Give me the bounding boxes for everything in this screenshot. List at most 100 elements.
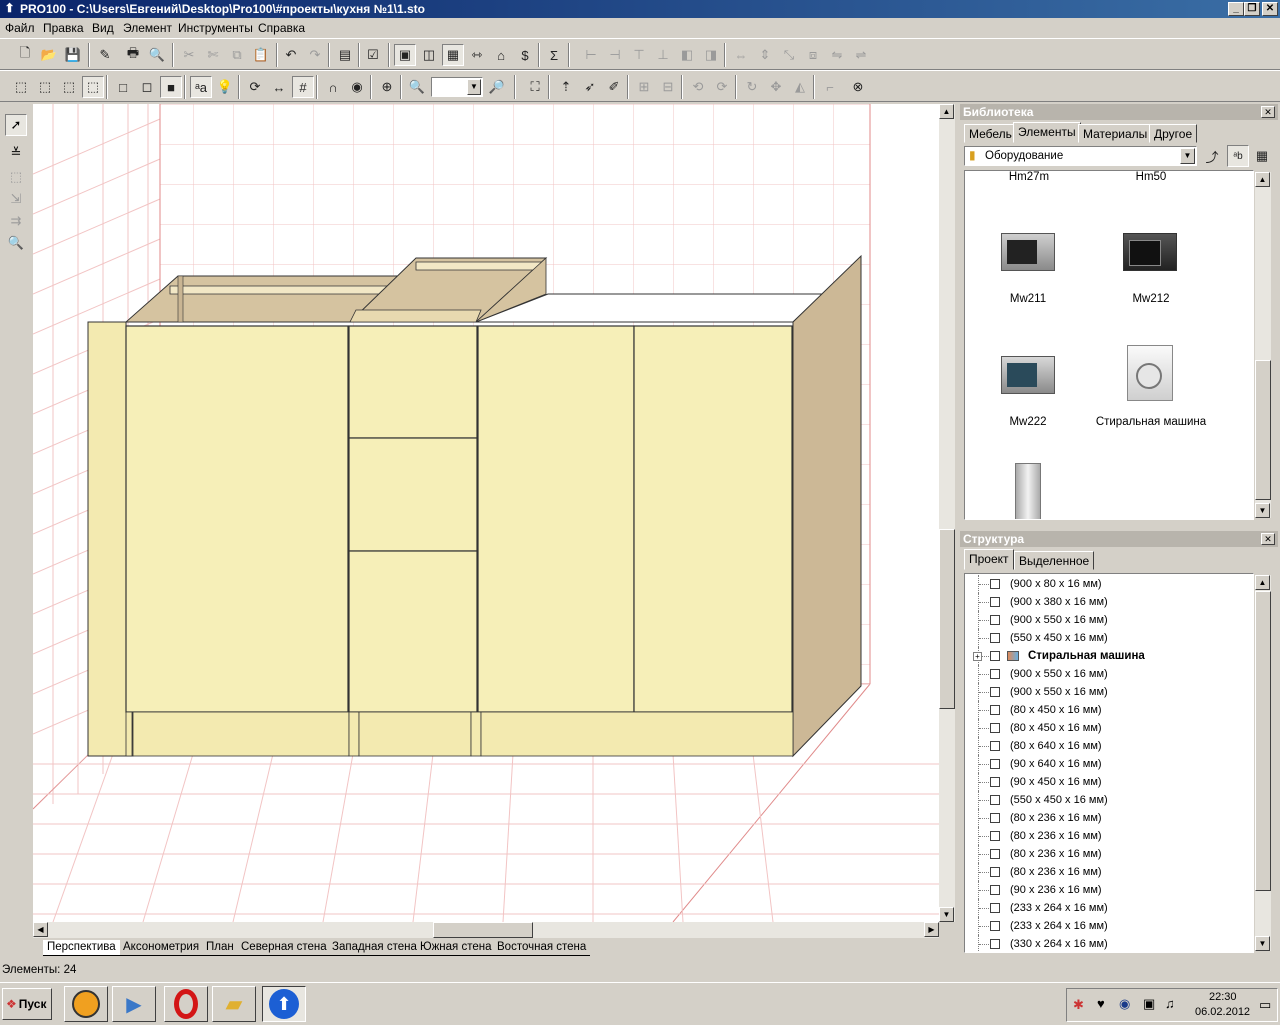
structure-toggle-icon[interactable]: ▦ [442, 44, 464, 66]
tree-checkbox[interactable] [990, 849, 1000, 859]
library-item-label[interactable]: Mw211 [968, 293, 1088, 305]
tree-checkbox[interactable] [990, 651, 1000, 661]
align-left-icon[interactable]: ⊢ [580, 44, 602, 66]
tab-selected[interactable]: Выделенное [1014, 551, 1095, 570]
tree-checkbox[interactable] [990, 939, 1000, 949]
new-file-icon[interactable]: 🗋 [14, 44, 36, 66]
tree-row[interactable]: (80 x 236 x 16 мм) [965, 863, 1253, 881]
start-button[interactable]: ❖ Пуск [2, 988, 52, 1020]
labels-icon[interactable]: ᵃa [190, 76, 212, 98]
cut-icon[interactable]: ✂ [178, 44, 200, 66]
rotate-right-icon[interactable]: ⟳ [711, 76, 733, 98]
minimize-button[interactable]: _ [1228, 2, 1244, 16]
tree-checkbox[interactable] [990, 615, 1000, 625]
copy-icon[interactable]: ⧉ [226, 44, 248, 66]
report-icon[interactable]: ▤ [334, 44, 356, 66]
tab-project[interactable]: Проект [964, 549, 1014, 570]
menu-element[interactable]: Элемент [123, 21, 172, 35]
pro100-taskbar-icon[interactable]: ⬆ [262, 986, 306, 1022]
resize-icon[interactable]: ⬚ [5, 166, 27, 188]
tree-checkbox[interactable] [990, 741, 1000, 751]
close-button[interactable]: ✕ [1262, 2, 1278, 16]
mirror-icon[interactable]: ⇋ [826, 44, 848, 66]
tree-checkbox[interactable] [990, 885, 1000, 895]
scroll-up-icon[interactable]: ▲ [1255, 575, 1270, 590]
tree-row[interactable]: (900 x 380 x 16 мм) [965, 593, 1253, 611]
light-panel-icon[interactable]: ⌂ [490, 44, 512, 66]
shield-icon[interactable]: ♥ [1097, 996, 1105, 1011]
move-up-icon[interactable]: ⇡ [555, 76, 577, 98]
dimensions-icon[interactable]: ↔ [268, 76, 290, 98]
tree-row[interactable]: (80 x 450 x 16 мм) [965, 701, 1253, 719]
explorer-icon[interactable]: ▰ [212, 986, 256, 1022]
viewport-vscrollbar[interactable]: ▲ ▼ [939, 104, 955, 922]
tree-row[interactable]: + Стиральная машина [965, 647, 1253, 665]
menu-edit[interactable]: Правка [43, 21, 84, 35]
price-icon[interactable]: $ [514, 44, 536, 66]
grid-icon[interactable]: # [292, 76, 314, 98]
scale-icon[interactable]: ⇲ [5, 188, 27, 210]
scroll-left-icon[interactable]: ◀ [33, 922, 48, 937]
tab-plan[interactable]: План [202, 940, 238, 956]
network-icon[interactable]: ◉ [1119, 996, 1130, 1012]
undo-icon[interactable]: ↶ [280, 44, 302, 66]
redo-icon[interactable]: ↷ [304, 44, 326, 66]
zoom-tool-icon[interactable]: 🔍 [5, 232, 27, 254]
magnet-icon[interactable]: ∩ [322, 76, 344, 98]
structure-close-icon[interactable]: ✕ [1261, 533, 1275, 545]
zoom-in-icon[interactable]: 🔍 [406, 76, 428, 98]
flip-icon[interactable]: ⇌ [850, 44, 872, 66]
shaded-icon[interactable]: ■ [160, 76, 182, 98]
print-preview-icon[interactable]: 🔍 [146, 44, 168, 66]
hidden-lines-icon[interactable]: ◻ [136, 76, 158, 98]
paste-icon[interactable]: 📋 [250, 44, 272, 66]
library-close-icon[interactable]: ✕ [1261, 106, 1275, 118]
antivirus-icon[interactable]: ✱ [1073, 997, 1084, 1013]
scroll-right-icon[interactable]: ▶ [924, 922, 939, 937]
tab-perspective[interactable]: Перспектива [43, 940, 120, 956]
tree-row[interactable]: (900 x 550 x 16 мм) [965, 683, 1253, 701]
library-item-label[interactable]: Mw212 [1091, 293, 1211, 305]
tree-row[interactable]: (550 x 450 x 16 мм) [965, 791, 1253, 809]
microwave-mw211-icon[interactable] [1001, 233, 1055, 273]
aimp-icon[interactable] [64, 986, 108, 1022]
tree-checkbox[interactable] [990, 633, 1000, 643]
tab-east-wall[interactable]: Восточная стена [493, 940, 591, 956]
microwave-mw222-icon[interactable] [1001, 356, 1055, 396]
library-scroll-thumb[interactable] [1255, 360, 1271, 500]
chevron-down-icon[interactable]: ▼ [467, 79, 481, 95]
target-icon[interactable]: ⊕ [376, 76, 398, 98]
align-back-icon[interactable]: ◨ [700, 44, 722, 66]
distribute-v-icon[interactable]: ⇕ [754, 44, 776, 66]
library-item-label[interactable]: Hm27m [969, 171, 1089, 183]
checklist-icon[interactable]: ☑ [362, 44, 384, 66]
wireframe-icon[interactable]: □ [112, 76, 134, 98]
ungroup-icon[interactable]: ⊟ [657, 76, 679, 98]
zoom-all-icon[interactable]: ⛶ [524, 76, 546, 98]
structure-scroll-thumb[interactable] [1255, 591, 1271, 891]
zoom-combobox[interactable]: ▼ [431, 77, 483, 97]
tree-checkbox[interactable] [990, 813, 1000, 823]
hscroll-thumb[interactable] [433, 922, 533, 938]
tree-row[interactable]: (80 x 236 x 16 мм) [965, 845, 1253, 863]
sum-icon[interactable]: Σ [543, 44, 565, 66]
tab-south-wall[interactable]: Южная стена [416, 940, 496, 956]
tree-row[interactable]: (80 x 236 x 16 мм) [965, 809, 1253, 827]
viewport-hscrollbar[interactable]: ◀ ▶ [33, 922, 939, 938]
library-item-label[interactable]: Mw222 [968, 416, 1088, 428]
3d-viewport[interactable] [33, 104, 939, 922]
drop-icon[interactable]: ≚ [5, 142, 27, 164]
same-size-icon[interactable]: ⧈ [802, 44, 824, 66]
rotate-icon[interactable]: ↻ [741, 76, 763, 98]
tab-west-wall[interactable]: Западная стена [328, 940, 421, 956]
scroll-up-icon[interactable]: ▲ [1255, 172, 1270, 187]
tree-checkbox[interactable] [990, 759, 1000, 769]
tree-row[interactable]: (80 x 450 x 16 мм) [965, 719, 1253, 737]
maximize-button[interactable]: ❐ [1244, 2, 1260, 16]
folder-select[interactable]: ▮ Оборудование ▼ [964, 146, 1197, 166]
menu-file[interactable]: Файл [5, 21, 35, 35]
tree-checkbox[interactable] [990, 921, 1000, 931]
align-front-icon[interactable]: ◧ [676, 44, 698, 66]
tab-north-wall[interactable]: Северная стена [237, 940, 331, 956]
view-cube-3-icon[interactable]: ⬚ [58, 76, 80, 98]
